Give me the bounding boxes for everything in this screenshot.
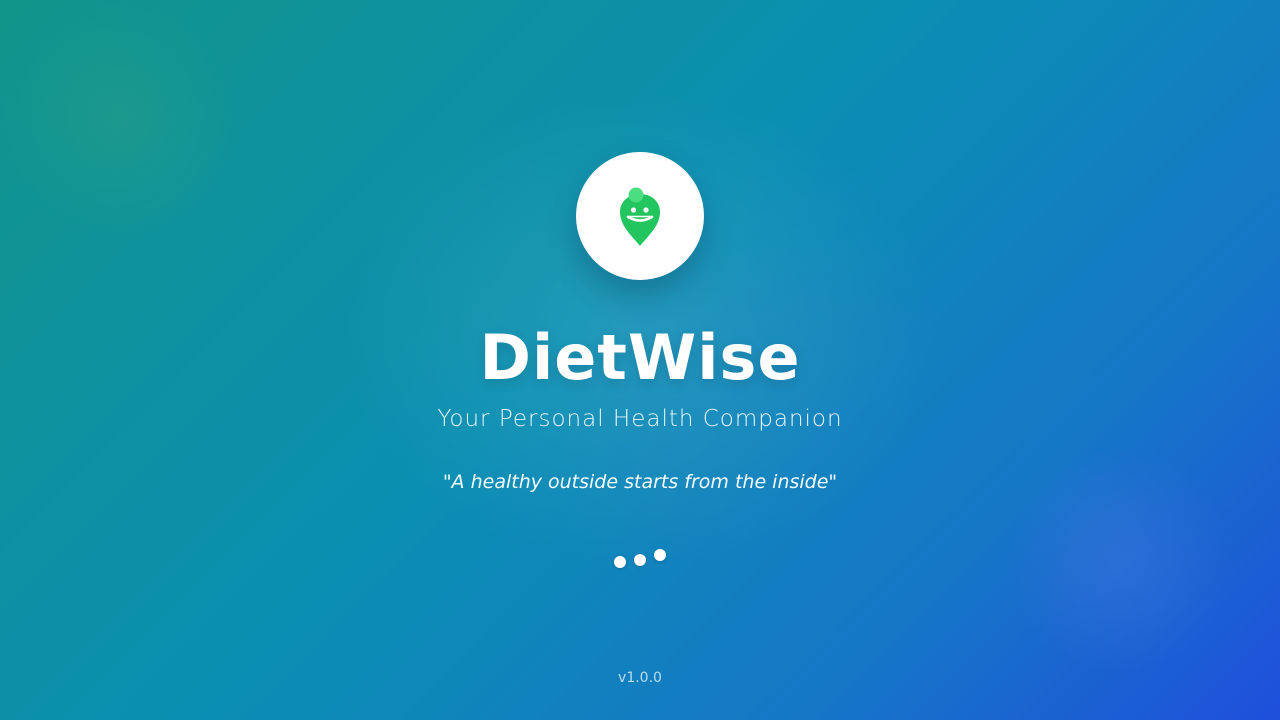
- app-title: DietWise: [479, 321, 801, 394]
- app-tagline: Your Personal Health Companion: [437, 406, 843, 432]
- smiling-leaf-pin-icon: [620, 187, 660, 246]
- loading-dot: [634, 554, 646, 566]
- background-glow-top-left: [0, 0, 240, 240]
- motivational-quote: "A healthy outside starts from the insid…: [442, 471, 838, 493]
- loading-dot: [614, 556, 626, 568]
- app-logo: [576, 152, 704, 280]
- background-glow-bottom-right: [1000, 450, 1240, 670]
- version-label: v1.0.0: [618, 670, 662, 686]
- loading-indicator: [608, 546, 672, 574]
- loading-dot: [654, 549, 666, 561]
